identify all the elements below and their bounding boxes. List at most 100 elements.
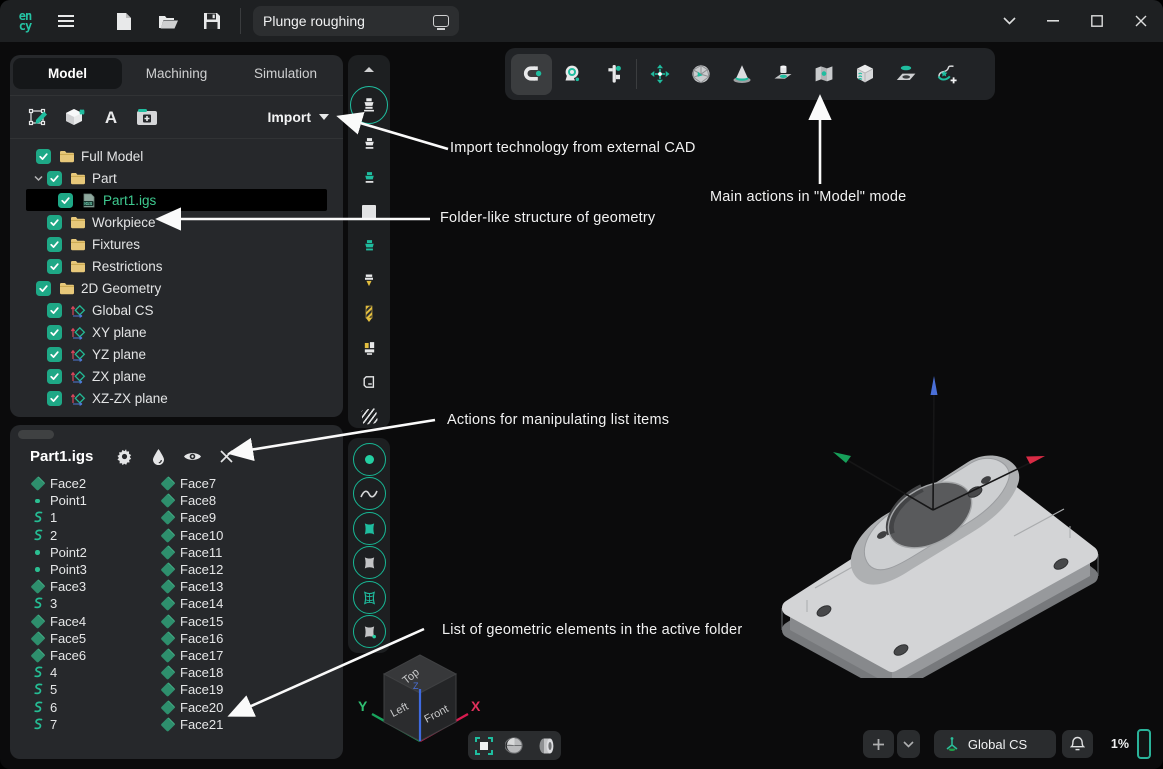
- geometry-list-item[interactable]: Face6: [30, 647, 155, 664]
- geometry-list-item[interactable]: Face5: [30, 630, 155, 647]
- insert-tool-icon[interactable]: [348, 365, 390, 399]
- tree-row[interactable]: YZ plane: [26, 343, 327, 365]
- tree-row[interactable]: Part: [26, 167, 327, 189]
- geometry-list-item[interactable]: Face8: [160, 492, 330, 509]
- geometry-list-item[interactable]: Face19: [160, 681, 330, 698]
- checkbox[interactable]: [47, 171, 62, 186]
- operation-dropdown-button[interactable]: [897, 730, 920, 758]
- create-curve-plus-icon[interactable]: [926, 54, 967, 95]
- checkbox[interactable]: [47, 303, 62, 318]
- cone-surface-icon[interactable]: [721, 54, 762, 95]
- chevron-down-icon[interactable]: [33, 173, 44, 184]
- checkbox[interactable]: [47, 325, 62, 340]
- tree-row[interactable]: 2D Geometry: [26, 277, 327, 299]
- hatch-material-icon[interactable]: [348, 399, 390, 433]
- geometry-list-item[interactable]: Face3: [30, 578, 155, 595]
- color-droplet-icon[interactable]: [147, 445, 169, 467]
- geometry-list-item[interactable]: Face15: [160, 613, 330, 630]
- cs-selector-button[interactable]: Global CS: [934, 730, 1056, 758]
- tree-row[interactable]: XY plane: [26, 321, 327, 343]
- geometry-list-item[interactable]: Face13: [160, 578, 330, 595]
- create-surface-icon[interactable]: [353, 512, 386, 545]
- geometry-list-item[interactable]: 5: [30, 681, 155, 698]
- geometry-list-item[interactable]: Face4: [30, 613, 155, 630]
- visibility-eye-icon[interactable]: [181, 445, 203, 467]
- tool-holder-teal-2-icon[interactable]: [348, 229, 390, 263]
- extrude-body-icon[interactable]: [762, 54, 803, 95]
- edit-geometry-icon[interactable]: [24, 104, 54, 130]
- geometry-list-item[interactable]: Face18: [160, 664, 330, 681]
- tab-simulation[interactable]: Simulation: [231, 58, 340, 89]
- drill-tool-icon[interactable]: [348, 297, 390, 331]
- tree-row[interactable]: ZX plane: [26, 365, 327, 387]
- open-file-icon[interactable]: [150, 5, 186, 37]
- checkbox[interactable]: [47, 391, 62, 406]
- collapse-chevron-icon[interactable]: [987, 0, 1031, 42]
- geometry-list-item[interactable]: 7: [30, 716, 155, 733]
- create-curve-icon[interactable]: [353, 477, 386, 510]
- hamburger-menu-icon[interactable]: [48, 5, 84, 37]
- tool-holder-teal-icon[interactable]: [348, 161, 390, 195]
- tab-model[interactable]: Model: [13, 58, 122, 89]
- unfold-map-icon[interactable]: [803, 54, 844, 95]
- scroll-up-icon[interactable]: [348, 55, 390, 83]
- geometry-list-item[interactable]: Face10: [160, 527, 330, 544]
- geometry-list-item[interactable]: Point1: [30, 492, 155, 509]
- create-point-icon[interactable]: [353, 443, 386, 476]
- surface-point-icon[interactable]: [353, 615, 386, 648]
- caliper-icon[interactable]: [593, 54, 634, 95]
- geometry-list-item[interactable]: Face7: [160, 475, 330, 492]
- checkbox[interactable]: [47, 259, 62, 274]
- geometry-list-item[interactable]: Face11: [160, 544, 330, 561]
- view-cube[interactable]: Z Top Left Front Y X: [352, 645, 484, 767]
- screen-mode-icon[interactable]: [433, 15, 449, 27]
- part-3d-model[interactable]: [760, 368, 1140, 678]
- app-logo-icon[interactable]: ency: [10, 7, 40, 35]
- geometry-list-item[interactable]: 2: [30, 527, 155, 544]
- move-arrows-icon[interactable]: [639, 54, 680, 95]
- countersink-tool-icon[interactable]: [348, 263, 390, 297]
- checkbox[interactable]: [58, 193, 73, 208]
- tree-row[interactable]: Full Model: [26, 145, 327, 167]
- settings-gear-icon[interactable]: [113, 445, 135, 467]
- maximize-button[interactable]: [1075, 0, 1119, 42]
- checkbox[interactable]: [47, 369, 62, 384]
- tree-row[interactable]: IGS Part1.igs: [26, 189, 327, 211]
- snap-magnet-icon[interactable]: [511, 54, 552, 95]
- tree-row[interactable]: XZ-ZX plane: [26, 387, 327, 409]
- checkbox[interactable]: [47, 215, 62, 230]
- geometry-list-item[interactable]: 3: [30, 595, 155, 612]
- surface-grid-icon[interactable]: [353, 581, 386, 614]
- geometry-list-item[interactable]: Face2: [30, 475, 155, 492]
- geometry-list-item[interactable]: Face17: [160, 647, 330, 664]
- tool-display-icon[interactable]: [534, 735, 558, 757]
- hole-fill-icon[interactable]: [885, 54, 926, 95]
- tree-row[interactable]: Global CS: [26, 299, 327, 321]
- checkbox[interactable]: [47, 347, 62, 362]
- geometry-list-item[interactable]: Face9: [160, 509, 330, 526]
- measure-tape-icon[interactable]: [552, 54, 593, 95]
- geometry-list-item[interactable]: 1: [30, 509, 155, 526]
- add-text-icon[interactable]: A: [96, 104, 126, 130]
- shaded-view-icon[interactable]: [503, 735, 527, 757]
- tree-row[interactable]: Fixtures: [26, 233, 327, 255]
- surface-copy-icon[interactable]: [353, 546, 386, 579]
- machine-tool-active-icon[interactable]: [348, 83, 390, 127]
- save-file-icon[interactable]: [194, 5, 230, 37]
- fit-view-icon[interactable]: [472, 735, 496, 757]
- geometry-list-item[interactable]: Face20: [160, 698, 330, 715]
- panel-drag-handle[interactable]: [18, 430, 54, 439]
- close-button[interactable]: [1119, 0, 1163, 42]
- geometry-list-item[interactable]: Face16: [160, 630, 330, 647]
- geometry-list-item[interactable]: Face12: [160, 561, 330, 578]
- tab-machining[interactable]: Machining: [122, 58, 231, 89]
- notifications-bell-button[interactable]: [1062, 730, 1093, 758]
- tool-assembly-icon[interactable]: [348, 331, 390, 365]
- geometry-list-item[interactable]: 4: [30, 664, 155, 681]
- mesh-cube-icon[interactable]: [844, 54, 885, 95]
- checkbox[interactable]: [47, 237, 62, 252]
- add-folder-icon[interactable]: [132, 104, 162, 130]
- tree-row[interactable]: Restrictions: [26, 255, 327, 277]
- checkbox[interactable]: [36, 281, 51, 296]
- add-solid-icon[interactable]: [60, 104, 90, 130]
